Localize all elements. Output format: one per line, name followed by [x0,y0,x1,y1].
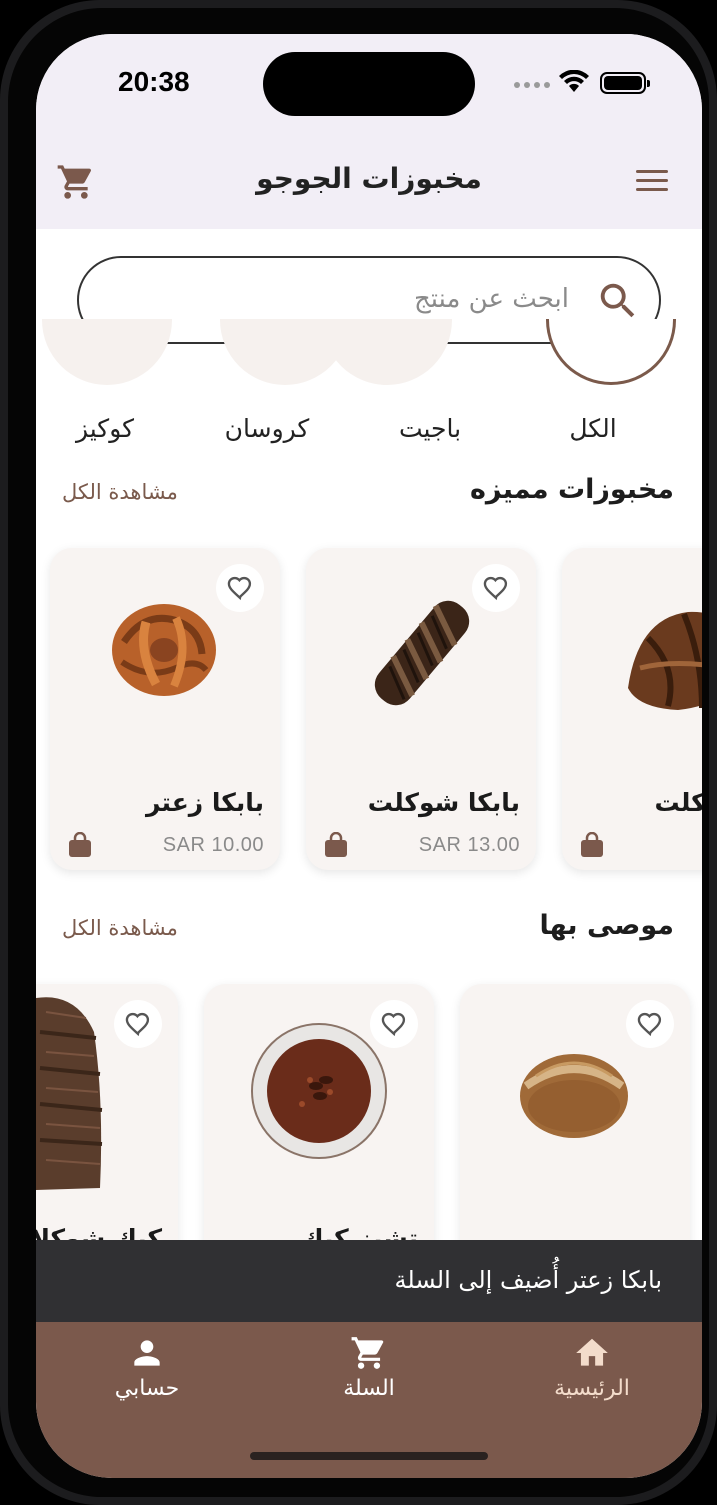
product-image [628,611,702,710]
category-label-baguette[interactable]: باجيت [365,414,495,443]
category-label-croissant[interactable]: كروسان [202,414,332,443]
product-image [520,1054,628,1138]
featured-see-all-link[interactable]: مشاهدة الكل [62,480,178,504]
heart-icon [381,1012,406,1037]
recommended-see-all-link[interactable]: مشاهدة الكل [62,916,178,940]
category-all[interactable] [546,319,676,385]
wifi-icon [559,70,589,92]
product-image [374,600,470,706]
product-card[interactable]: بابكا شوكلت SAR 13.00 [306,548,536,870]
product-name: ن شوكلت [654,788,702,817]
person-icon [134,1340,160,1366]
heart-icon [125,1012,150,1037]
nav-label-home: الرئيسية [554,1376,630,1401]
device-bezel: 20:38 مخبوزات الجوجو ابحث عن منتج الكل ب… [8,8,709,1497]
product-price: SAR 13.00 [418,834,520,856]
add-to-cart-bag-icon[interactable] [68,832,92,858]
cellular-signal-icon [514,82,550,88]
favorite-button[interactable] [626,1000,674,1048]
category-cookies[interactable] [42,319,172,385]
battery-icon [600,72,650,94]
status-time: 20:38 [118,66,190,97]
menu-icon[interactable] [636,168,670,194]
add-to-cart-bag-icon[interactable] [324,832,348,858]
product-card[interactable]: ن شوكلت SA [562,548,702,870]
product-image [36,997,103,1190]
search-icon [600,283,635,318]
category-label-cookies[interactable]: كوكيز [40,414,170,443]
favorite-button[interactable] [472,564,520,612]
recommended-section-title: موصى بها [539,910,674,941]
favorite-button[interactable] [370,1000,418,1048]
cart-icon [351,1337,384,1369]
category-label-all[interactable]: الكل [528,414,658,443]
category-croissant[interactable] [220,319,350,385]
product-image [251,1023,387,1159]
product-card[interactable]: بابكا زعتر SAR 10.00 [50,548,280,870]
app-header: 20:38 مخبوزات الجوجو [36,34,702,229]
nav-label-cart: السلة [343,1376,395,1401]
heart-icon [483,576,508,601]
product-price: SAR 10.00 [162,834,264,856]
nav-label-account: حسابي [114,1376,180,1401]
nav-item-home[interactable]: الرئيسية [512,1334,672,1401]
favorite-button[interactable] [114,1000,162,1048]
search-placeholder: ابحث عن منتج [413,284,569,314]
favorite-button[interactable] [216,564,264,612]
heart-icon [227,576,252,601]
home-icon [576,1338,608,1366]
nav-item-account[interactable]: حسابي [67,1334,227,1401]
heart-icon [637,1012,662,1037]
product-name: بابكا زعتر [145,788,264,817]
nav-item-cart[interactable]: السلة [289,1334,449,1401]
device-frame: 20:38 مخبوزات الجوجو ابحث عن منتج الكل ب… [0,0,717,1505]
dynamic-island [263,52,475,116]
featured-section-title: مخبوزات مميزه [469,474,674,505]
page-title: مخبوزات الجوجو [256,162,482,195]
add-to-cart-bag-icon[interactable] [580,832,604,858]
snackbar-message: بابكا زعتر أُضيف إلى السلة [394,1266,662,1294]
product-name: بابكا شوكلت [367,788,520,817]
snackbar: بابكا زعتر أُضيف إلى السلة [36,1240,702,1322]
product-image [112,604,216,696]
home-indicator [250,1452,488,1460]
app-screen: 20:38 مخبوزات الجوجو ابحث عن منتج الكل ب… [36,34,702,1478]
